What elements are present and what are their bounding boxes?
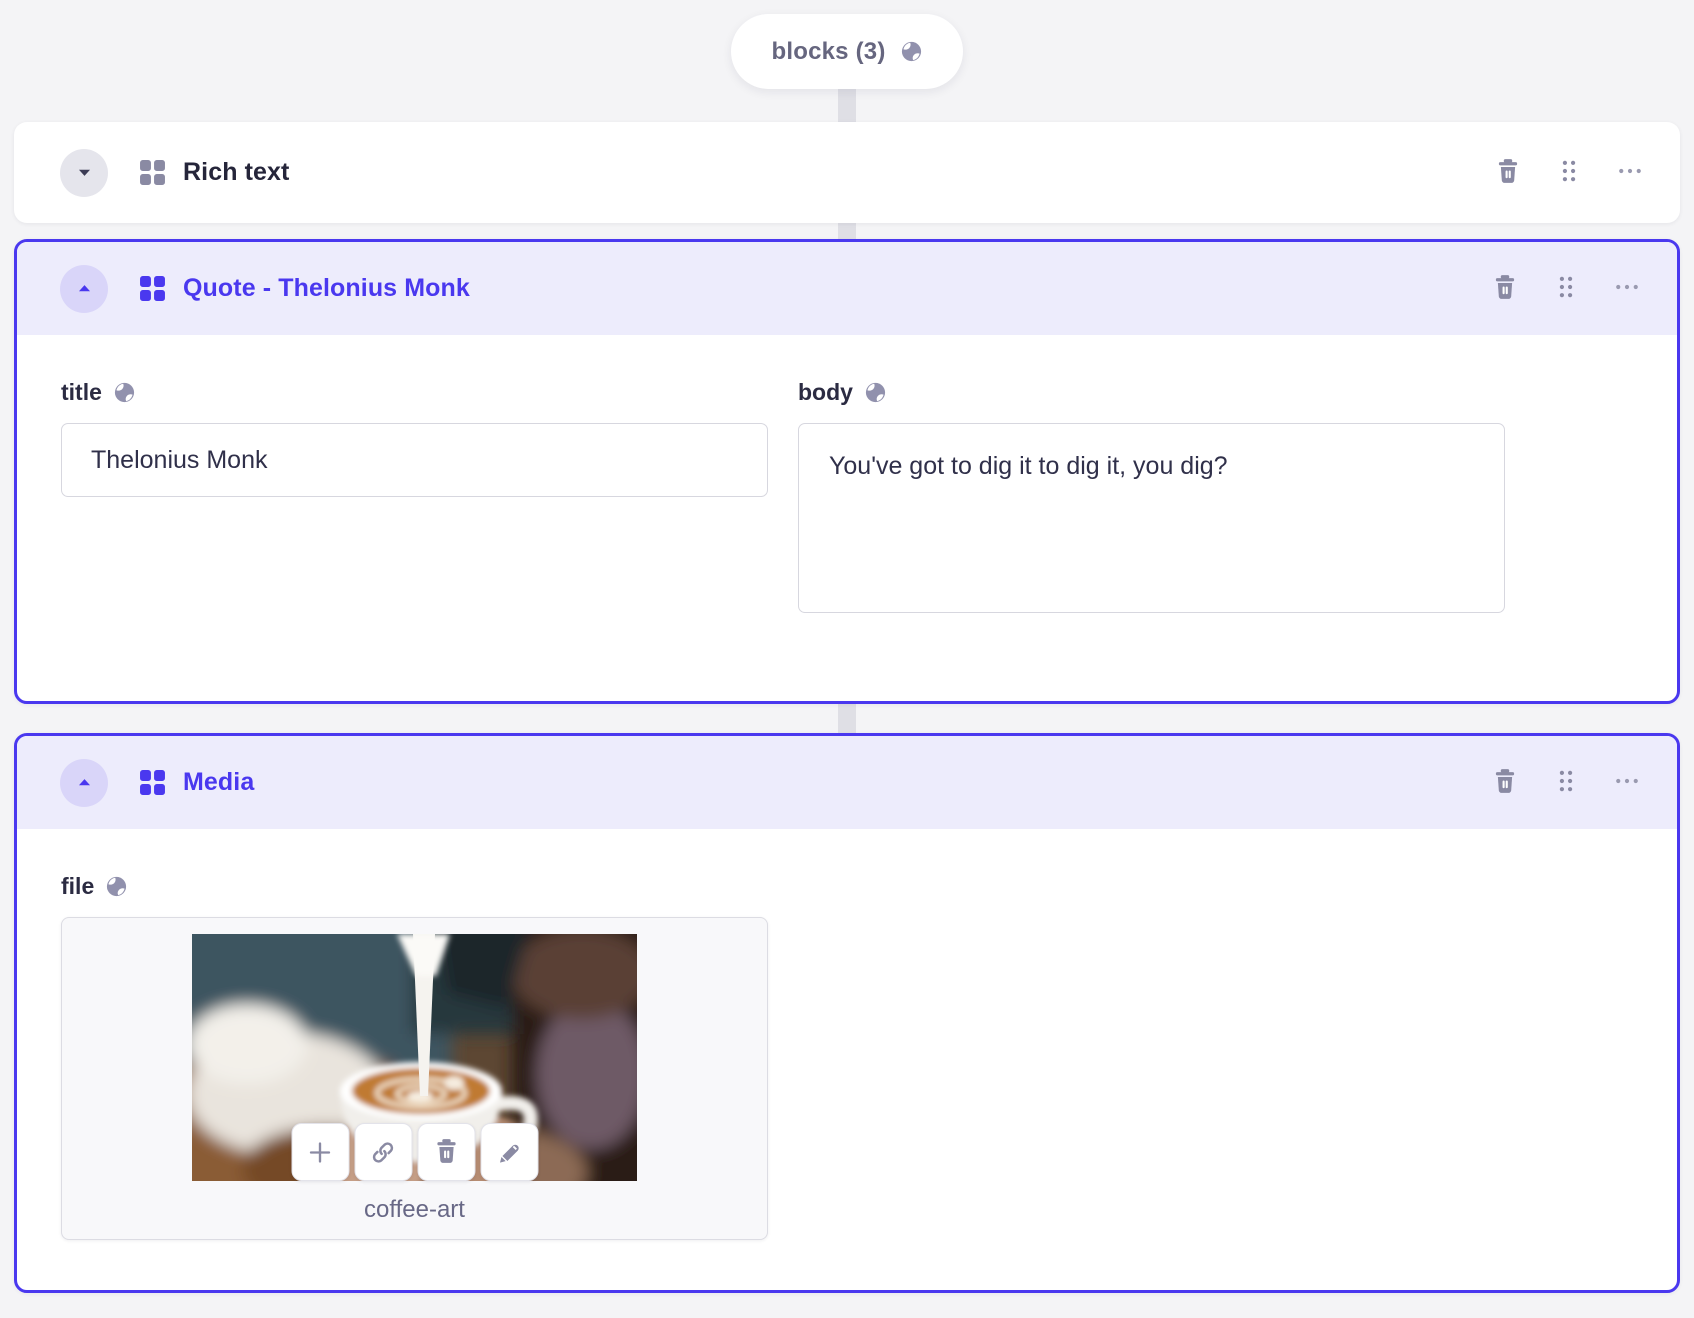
drag-handle-icon xyxy=(1552,767,1580,798)
block-fields: file coffee-art xyxy=(17,829,1677,1290)
collapse-block-button[interactable] xyxy=(60,264,108,313)
more-options-button[interactable] xyxy=(1613,767,1641,798)
globe-icon xyxy=(900,40,923,63)
chevron-down-icon xyxy=(76,164,93,181)
pencil-icon xyxy=(500,1144,519,1163)
drag-handle-icon xyxy=(1552,273,1580,304)
chevron-up-icon xyxy=(76,280,93,297)
block-title: Media xyxy=(183,768,255,796)
drag-handle[interactable] xyxy=(1552,767,1580,798)
expand-block-button[interactable] xyxy=(60,148,108,197)
more-options-button[interactable] xyxy=(1613,273,1641,304)
globe-icon xyxy=(864,381,887,404)
body-textarea[interactable]: You've got to dig it to dig it, you dig? xyxy=(798,423,1505,613)
block-header[interactable]: Quote - Thelonius Monk xyxy=(17,242,1677,335)
field-label: body xyxy=(798,379,853,405)
file-action-toolbar xyxy=(291,1123,538,1181)
blocks-count-label: blocks (3) xyxy=(771,37,886,65)
ellipsis-icon xyxy=(1613,767,1641,798)
title-input[interactable] xyxy=(61,423,768,497)
more-options-button[interactable] xyxy=(1616,157,1644,188)
globe-icon xyxy=(113,381,136,404)
link-icon xyxy=(372,1141,394,1163)
block-type-grid-icon xyxy=(139,275,166,302)
delete-block-button[interactable] xyxy=(1491,767,1519,798)
block-title: Rich text xyxy=(183,158,290,186)
ellipsis-icon xyxy=(1613,273,1641,304)
globe-icon xyxy=(105,875,128,898)
block-editor-page: blocks (3) Rich text Quote - Thelonius M… xyxy=(0,0,1694,1318)
delete-block-button[interactable] xyxy=(1494,157,1522,188)
file-name-caption: coffee-art xyxy=(364,1196,465,1223)
field-label: title xyxy=(61,379,102,405)
block-actions xyxy=(1491,767,1641,798)
file-preview xyxy=(192,934,637,1181)
ellipsis-icon xyxy=(1616,157,1644,188)
block-actions xyxy=(1491,273,1641,304)
edit-file-button[interactable] xyxy=(480,1123,538,1181)
link-file-button[interactable] xyxy=(354,1123,412,1181)
field-label-row: body xyxy=(798,379,1505,406)
trash-icon xyxy=(1494,157,1522,188)
block-type-grid-icon xyxy=(139,159,166,186)
collapse-block-button[interactable] xyxy=(60,758,108,807)
block-header[interactable]: Media xyxy=(17,736,1677,829)
trash-icon xyxy=(432,1137,460,1168)
block-type-grid-icon xyxy=(139,769,166,796)
delete-file-button[interactable] xyxy=(417,1123,475,1181)
trash-icon xyxy=(1491,273,1519,304)
block-title: Quote - Thelonius Monk xyxy=(183,274,470,302)
field-label-row: title xyxy=(61,379,768,406)
field-label: file xyxy=(61,873,95,899)
block-rich-text[interactable]: Rich text xyxy=(14,122,1680,223)
blocks-count-pill[interactable]: blocks (3) xyxy=(731,14,963,89)
block-media: Media file coffee-art xyxy=(14,733,1680,1293)
delete-block-button[interactable] xyxy=(1491,273,1519,304)
body-field-group: body You've got to dig it to dig it, you… xyxy=(798,379,1505,613)
add-file-button[interactable] xyxy=(291,1123,349,1181)
field-label-row: file xyxy=(61,873,1677,900)
drag-handle[interactable] xyxy=(1552,273,1580,304)
trash-icon xyxy=(1491,767,1519,798)
block-quote: Quote - Thelonius Monk title body xyxy=(14,239,1680,704)
plus-icon xyxy=(309,1141,331,1163)
file-upload-field: coffee-art xyxy=(61,917,768,1240)
chevron-up-icon xyxy=(76,774,93,791)
block-actions xyxy=(1494,157,1644,188)
drag-handle-icon xyxy=(1555,157,1583,188)
title-field-group: title xyxy=(61,379,768,613)
drag-handle[interactable] xyxy=(1555,157,1583,188)
block-fields: title body You've got to dig it to dig i… xyxy=(17,335,1677,701)
pill-row: blocks (3) xyxy=(0,0,1694,89)
